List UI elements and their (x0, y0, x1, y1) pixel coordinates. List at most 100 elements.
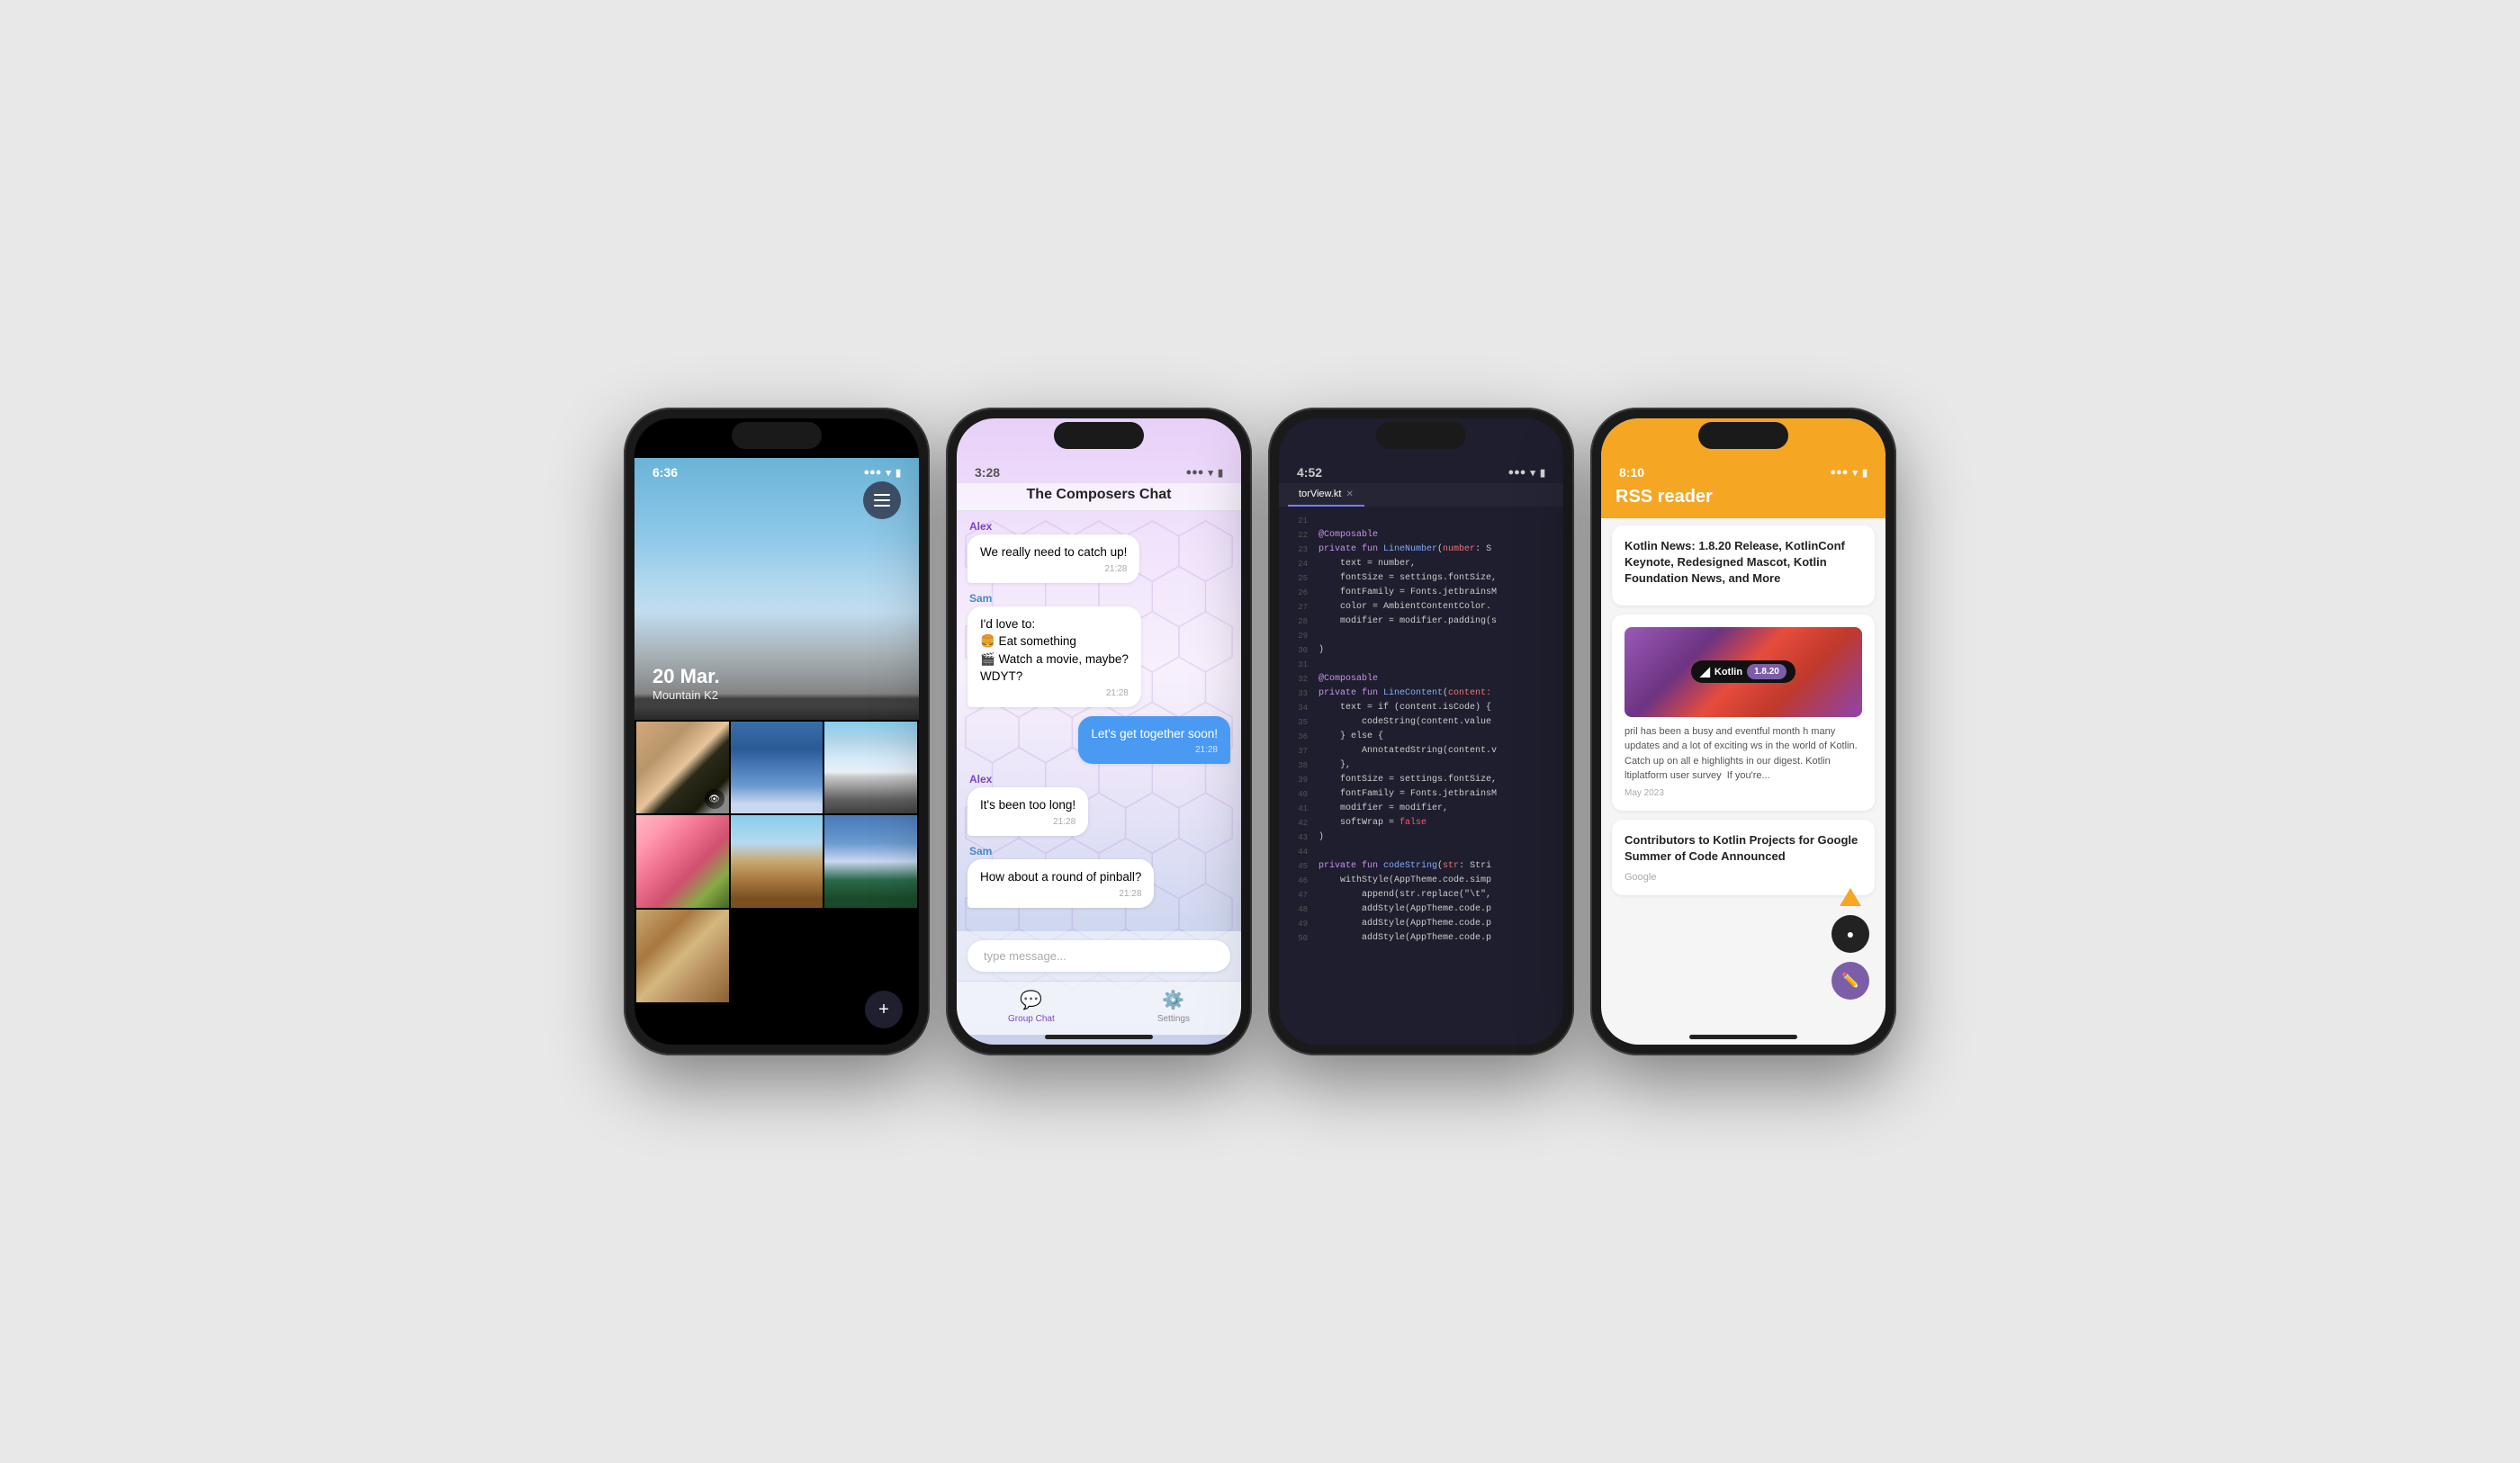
kotlin-label: Kotlin (1714, 667, 1742, 678)
bubble-text: It's been too long! (980, 796, 1076, 814)
chat-bubble-sent: Let's get together soon! 21:28 (1078, 716, 1230, 765)
sender-name: Alex (968, 520, 1230, 533)
code-tab-bar: torView.kt ✕ (1279, 483, 1563, 507)
code-line: 33private fun LineContent(content: (1279, 687, 1563, 701)
wifi-icon: ▾ (1530, 467, 1535, 479)
dynamic-island-2 (1054, 422, 1144, 449)
chat-bubble-received: We really need to catch up! 21:28 (968, 534, 1139, 583)
kotlin-logo: ◢ (1700, 664, 1710, 679)
status-bar-4: 8:10 ●●● ▾ ▮ (1601, 458, 1886, 483)
status-bar-2: 3:28 ●●● ▾ ▮ (957, 458, 1241, 483)
bubble-text: I'd love to:🍔 Eat something🎬 Watch a mov… (980, 615, 1129, 686)
chat-bubble-received: It's been too long! 21:28 (968, 787, 1088, 836)
code-line: 23private fun LineNumber(number: S (1279, 543, 1563, 557)
tab-label: Settings (1157, 1014, 1190, 1024)
code-line: 21 (1279, 514, 1563, 528)
input-placeholder: type message... (984, 949, 1066, 963)
gallery-cell[interactable] (731, 722, 824, 814)
hero-location: Mountain K2 (652, 688, 720, 702)
code-line: 30) (1279, 643, 1563, 658)
signal-icon: ●●● (863, 467, 881, 478)
code-line: 45private fun codeString(str: Stri (1279, 859, 1563, 874)
chat-message: Let's get together soon! 21:28 (968, 716, 1230, 765)
time-4: 8:10 (1619, 465, 1644, 480)
gallery-cell[interactable] (731, 815, 824, 908)
fab-triangle-icon[interactable] (1840, 888, 1861, 906)
code-line: 37 AnnotatedString(content.v (1279, 744, 1563, 758)
code-line: 38 }, (1279, 758, 1563, 773)
tab-label: Group Chat (1008, 1014, 1055, 1024)
bubble-time: 21:28 (1091, 745, 1218, 755)
code-line: 27 color = AmbientContentColor. (1279, 600, 1563, 615)
rss-card-2[interactable]: ◢ Kotlin 1.8.20 pril has been a busy and… (1612, 615, 1875, 811)
time-2: 3:28 (975, 465, 1000, 480)
code-line: 39 fontSize = settings.fontSize, (1279, 773, 1563, 787)
dynamic-island-1 (732, 422, 822, 449)
add-button[interactable]: + (865, 991, 903, 1028)
wifi-icon: ▾ (1852, 467, 1858, 479)
menu-button[interactable] (863, 481, 901, 519)
code-content: 21 22@Composable 23private fun LineNumbe… (1279, 507, 1563, 1045)
status-icons-4: ●●● ▾ ▮ (1830, 467, 1868, 479)
code-line: 44 (1279, 845, 1563, 859)
fab-area: ● ✏️ (1832, 888, 1869, 1000)
bubble-text: We really need to catch up! (980, 543, 1127, 561)
code-line: 42 softWrap = false (1279, 816, 1563, 830)
tab-settings[interactable]: ⚙️ Settings (1157, 989, 1190, 1024)
gallery-cell[interactable] (636, 815, 729, 908)
gallery-cell[interactable] (636, 910, 729, 1002)
code-line: 28 modifier = modifier.padding(s (1279, 615, 1563, 629)
code-line: 29 (1279, 629, 1563, 643)
chat-bubble-received: How about a round of pinball? 21:28 (968, 859, 1154, 908)
sender-name: Sam (968, 845, 1230, 857)
bubble-text: Let's get together soon! (1091, 725, 1218, 743)
code-line: 31 (1279, 658, 1563, 672)
bubble-time: 21:28 (980, 889, 1141, 899)
phone-rss: 8:10 ●●● ▾ ▮ RSS reader Kotlin News: 1.8… (1590, 408, 1896, 1055)
code-line: 32@Composable (1279, 672, 1563, 687)
wifi-icon: ▾ (886, 467, 891, 479)
rss-card-3[interactable]: Contributors to Kotlin Projects for Goog… (1612, 820, 1875, 895)
chat-message: Sam How about a round of pinball? 21:28 (968, 845, 1230, 908)
tab-group-chat[interactable]: 💬 Group Chat (1008, 989, 1055, 1024)
rss-date: May 2023 (1624, 788, 1862, 798)
chat-tab-bar: 💬 Group Chat ⚙️ Settings (957, 981, 1241, 1035)
close-tab-icon[interactable]: ✕ (1346, 489, 1354, 499)
phone-chat: 3:28 ●●● ▾ ▮ The Composers Chat (946, 408, 1252, 1055)
code-line: 40 fontFamily = Fonts.jetbrainsM (1279, 787, 1563, 802)
dynamic-island-3 (1376, 422, 1466, 449)
time-1: 6:36 (652, 465, 678, 480)
code-line: 24 text = number, (1279, 557, 1563, 571)
gallery-cell[interactable] (824, 815, 917, 908)
sender-name: Sam (968, 592, 1230, 605)
gallery-cell[interactable] (824, 722, 917, 814)
code-line: 34 text = if (content.isCode) { (1279, 701, 1563, 715)
status-icons-1: ●●● ▾ ▮ (863, 467, 901, 479)
sender-name: Alex (968, 773, 1230, 785)
chat-messages: Alex We really need to catch up! 21:28 S… (957, 511, 1241, 931)
code-line: 49 addStyle(AppTheme.code.p (1279, 917, 1563, 931)
rss-title: RSS reader (1616, 487, 1713, 507)
tab-name: torView.kt (1299, 489, 1342, 499)
gallery-cell[interactable]: 👁 (636, 722, 729, 814)
rss-card-1[interactable]: Kotlin News: 1.8.20 Release, KotlinConf … (1612, 525, 1875, 606)
chat-message: Sam I'd love to:🍔 Eat something🎬 Watch a… (968, 592, 1230, 707)
code-line: 48 addStyle(AppTheme.code.p (1279, 902, 1563, 917)
bubble-time: 21:28 (980, 564, 1127, 574)
phone-code: 4:52 ●●● ▾ ▮ torView.kt ✕ 21 22@Composa (1268, 408, 1574, 1055)
battery-icon: ▮ (1862, 467, 1868, 479)
code-tab-active[interactable]: torView.kt ✕ (1288, 483, 1364, 507)
hero-overlay: 20 Mar. Mountain K2 (652, 665, 720, 702)
phone-gallery: 6:36 ●●● ▾ ▮ 20 Mar. Mountain K2 (624, 408, 930, 1055)
chat-input[interactable]: type message... (968, 940, 1230, 972)
chat-message: Alex It's been too long! 21:28 (968, 773, 1230, 836)
fab-edit-button[interactable]: ✏️ (1832, 962, 1869, 1000)
code-line: 50 addStyle(AppTheme.code.p (1279, 931, 1563, 946)
home-indicator (1045, 1035, 1153, 1039)
kotlin-badge: ◢ Kotlin 1.8.20 (1691, 660, 1796, 683)
time-3: 4:52 (1297, 465, 1322, 480)
bubble-time: 21:28 (980, 817, 1076, 827)
signal-icon: ●●● (1508, 467, 1526, 478)
code-line: 41 modifier = modifier, (1279, 802, 1563, 816)
fab-circle-button[interactable]: ● (1832, 915, 1869, 953)
